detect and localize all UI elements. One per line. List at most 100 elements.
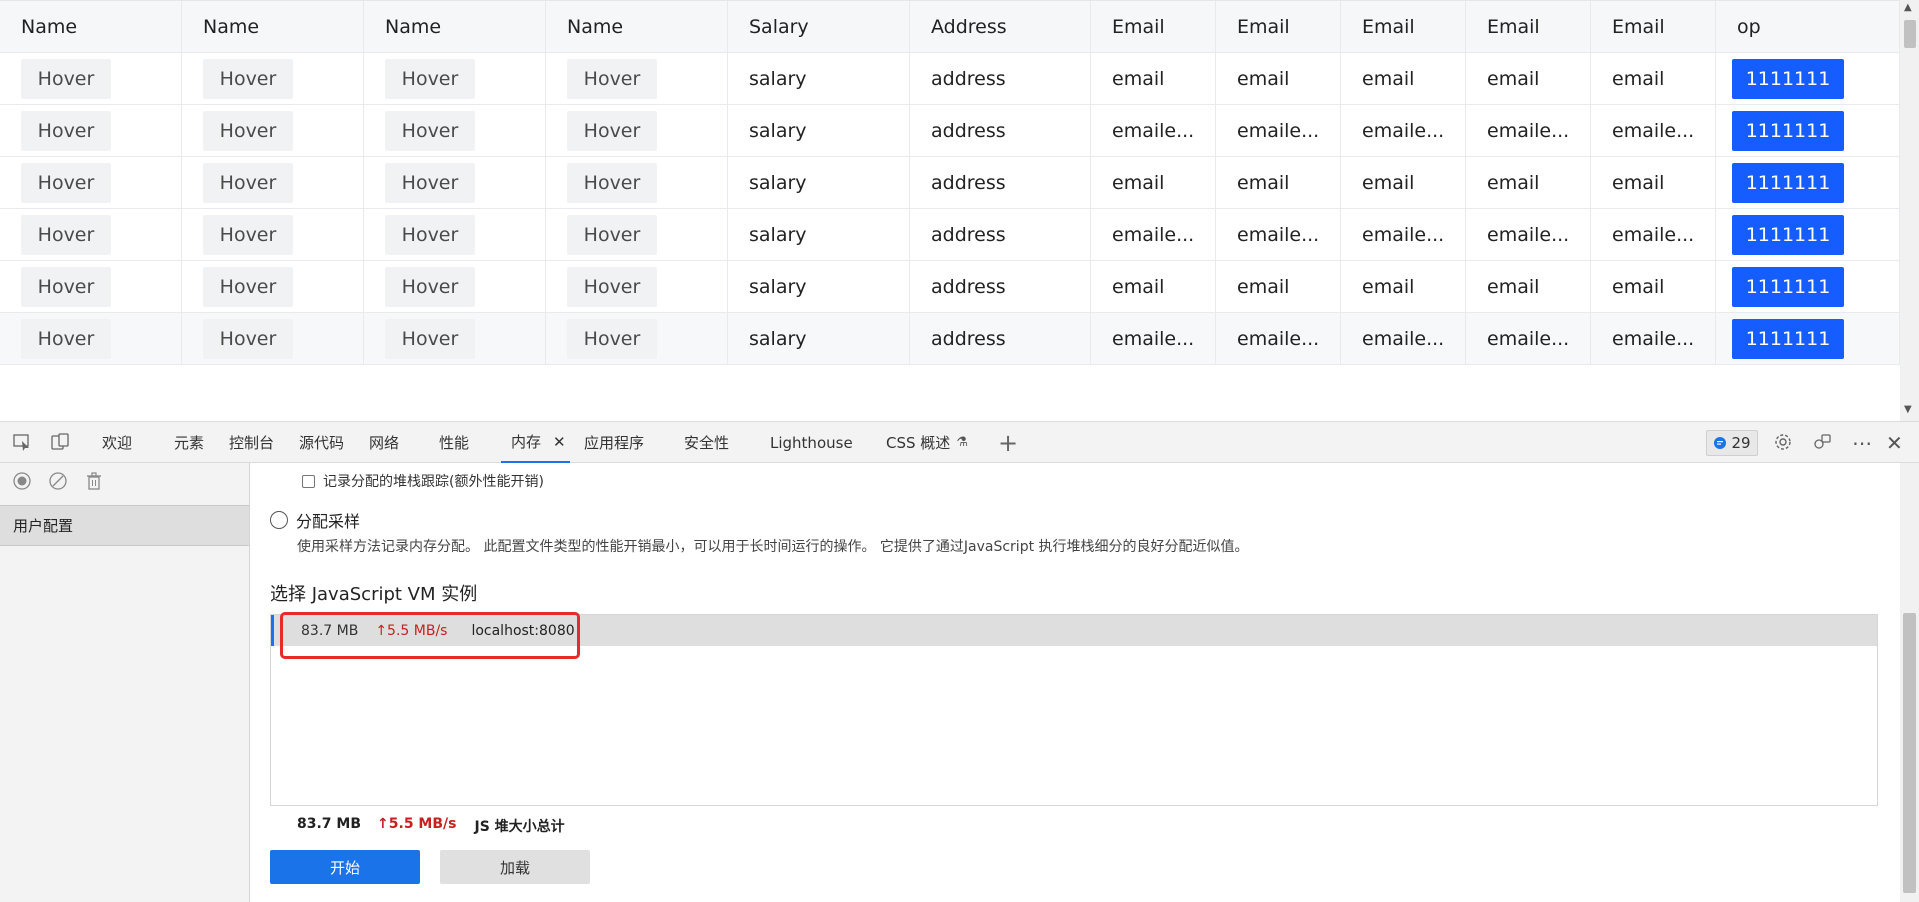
close-tab-icon[interactable]: ✕ xyxy=(553,433,566,451)
hover-button[interactable]: Hover xyxy=(21,318,111,359)
hover-button[interactable]: Hover xyxy=(203,162,293,203)
hover-button[interactable]: Hover xyxy=(567,110,657,151)
column-header[interactable]: Email xyxy=(1341,1,1466,53)
email-cell: email xyxy=(1466,157,1591,209)
salary-cell: salary xyxy=(728,157,910,209)
summary-rate: ↑5.5 MB/s xyxy=(377,816,457,832)
column-header[interactable]: Email xyxy=(1591,1,1716,53)
issues-badge[interactable]: 29 xyxy=(1706,430,1758,456)
hover-button[interactable]: Hover xyxy=(385,266,475,307)
memory-panel: 记录分配的堆栈跟踪(额外性能开销) 分配采样 使用采样方法记录内存分配。 此配置… xyxy=(250,463,1900,902)
column-header[interactable]: Email xyxy=(1091,1,1216,53)
tab-console[interactable]: 控制台 xyxy=(229,422,274,463)
trash-icon[interactable] xyxy=(84,471,104,491)
op-button[interactable]: 1111111 xyxy=(1732,318,1844,359)
op-button[interactable]: 1111111 xyxy=(1732,162,1844,203)
hover-button[interactable]: Hover xyxy=(385,318,475,359)
hover-button[interactable]: Hover xyxy=(567,318,657,359)
email-cell: email xyxy=(1591,53,1716,105)
hover-button[interactable]: Hover xyxy=(21,162,111,203)
hover-button[interactable]: Hover xyxy=(567,214,657,255)
tab-elements[interactable]: 元素 xyxy=(174,422,204,463)
stack-trace-checkbox[interactable] xyxy=(302,474,315,488)
hover-button[interactable]: Hover xyxy=(21,266,111,307)
hover-button[interactable]: Hover xyxy=(203,318,293,359)
column-header[interactable]: Name xyxy=(182,1,364,53)
email-cell: email xyxy=(1216,53,1341,105)
column-header[interactable]: Name xyxy=(546,1,728,53)
sidebar-item-profiles[interactable]: 用户配置 xyxy=(0,505,249,546)
settings-gear-icon[interactable] xyxy=(1773,432,1793,452)
hover-button[interactable]: Hover xyxy=(203,266,293,307)
email-cell: emaile... xyxy=(1341,105,1466,157)
record-icon[interactable] xyxy=(12,471,32,491)
inspect-element-icon[interactable] xyxy=(12,432,32,452)
hover-button[interactable]: Hover xyxy=(385,58,475,99)
hover-button[interactable]: Hover xyxy=(567,58,657,99)
hover-button[interactable]: Hover xyxy=(385,162,475,203)
allocation-sampling-option[interactable]: 分配采样 xyxy=(270,508,360,532)
column-header[interactable]: op xyxy=(1716,1,1900,53)
device-toolbar-icon[interactable] xyxy=(50,432,70,452)
devtools-toolbar: 欢迎 元素 控制台 源代码 网络 性能 内存 ✕ 应用程序 安全性 Lighth… xyxy=(0,421,1919,463)
scrollbar-thumb[interactable] xyxy=(1904,20,1916,48)
allocation-sampling-radio[interactable] xyxy=(270,511,288,529)
allocation-sampling-description: 使用采样方法记录内存分配。 此配置文件类型的性能开销最小，可以用于长时间运行的操… xyxy=(297,539,1249,555)
tab-security[interactable]: 安全性 xyxy=(684,422,729,463)
close-devtools-icon[interactable]: ✕ xyxy=(1886,422,1903,463)
email-cell: emaile... xyxy=(1216,313,1341,365)
salary-cell: salary xyxy=(728,313,910,365)
hover-button[interactable]: Hover xyxy=(385,110,475,151)
tab-css-overview[interactable]: CSS 概述 ⚗ xyxy=(886,422,968,463)
more-tabs-plus-icon[interactable]: + xyxy=(998,422,1018,463)
tab-memory[interactable]: 内存 ✕ xyxy=(501,422,570,463)
tab-network[interactable]: 网络 xyxy=(369,422,399,463)
load-button[interactable]: 加载 xyxy=(440,850,590,884)
hover-button[interactable]: Hover xyxy=(203,214,293,255)
name-cell: Hover xyxy=(546,209,728,261)
op-cell: 1111111 xyxy=(1716,157,1900,209)
panel-scrollbar[interactable] xyxy=(1900,463,1919,902)
op-button[interactable]: 1111111 xyxy=(1732,58,1844,99)
scrollbar-thumb[interactable] xyxy=(1903,613,1916,893)
column-header[interactable]: Name xyxy=(364,1,546,53)
name-cell: Hover xyxy=(0,313,182,365)
column-header[interactable]: Email xyxy=(1216,1,1341,53)
table-row: Hover Hover Hover Hover salary address email em… xyxy=(0,157,1900,209)
hover-button[interactable]: Hover xyxy=(203,58,293,99)
column-header[interactable]: Address xyxy=(910,1,1091,53)
name-cell: Hover xyxy=(546,313,728,365)
hover-button[interactable]: Hover xyxy=(203,110,293,151)
clear-icon[interactable] xyxy=(48,471,68,491)
table-scrollbar[interactable]: ▲ ▼ xyxy=(1900,0,1919,421)
start-button[interactable]: 开始 xyxy=(270,850,420,884)
tab-welcome[interactable]: 欢迎 xyxy=(102,422,132,463)
hover-button[interactable]: Hover xyxy=(21,58,111,99)
column-header[interactable]: Salary xyxy=(728,1,910,53)
column-header[interactable]: Name xyxy=(0,1,182,53)
stack-trace-option[interactable]: 记录分配的堆栈跟踪(额外性能开销) xyxy=(302,471,544,491)
email-cell: emaile... xyxy=(1341,313,1466,365)
hover-button[interactable]: Hover xyxy=(385,214,475,255)
scroll-up-icon[interactable]: ▲ xyxy=(1904,2,1912,13)
scroll-down-icon[interactable]: ▼ xyxy=(1904,404,1912,415)
table-row: Hover Hover Hover Hover salary address email em… xyxy=(0,261,1900,313)
hover-button[interactable]: Hover xyxy=(21,214,111,255)
email-cell: email xyxy=(1591,157,1716,209)
email-cell: email xyxy=(1466,53,1591,105)
column-header[interactable]: Email xyxy=(1466,1,1591,53)
summary-label: JS 堆大小总计 xyxy=(474,819,565,835)
op-button[interactable]: 1111111 xyxy=(1732,266,1844,307)
hover-button[interactable]: Hover xyxy=(567,266,657,307)
op-button[interactable]: 1111111 xyxy=(1732,110,1844,151)
hover-button[interactable]: Hover xyxy=(567,162,657,203)
tab-application[interactable]: 应用程序 xyxy=(584,422,644,463)
email-cell: emaile... xyxy=(1591,105,1716,157)
tab-sources[interactable]: 源代码 xyxy=(299,422,344,463)
tab-performance[interactable]: 性能 xyxy=(439,422,469,463)
hover-button[interactable]: Hover xyxy=(21,110,111,151)
more-options-icon[interactable]: ⋯ xyxy=(1852,422,1872,463)
tab-lighthouse[interactable]: Lighthouse xyxy=(770,422,853,463)
feedback-icon[interactable] xyxy=(1812,432,1832,452)
op-button[interactable]: 1111111 xyxy=(1732,214,1844,255)
